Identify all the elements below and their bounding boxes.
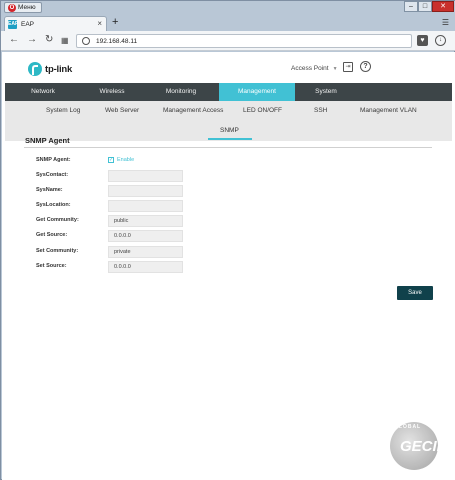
page-viewport: tp-link Access Point ▼ ⇥ ? Network Wirele…	[2, 52, 455, 480]
back-arrow-icon[interactable]: ←	[9, 35, 19, 45]
tp-link-logo-icon	[28, 62, 42, 76]
snmp-agent-label: SNMP Agent:	[36, 157, 71, 163]
syslocation-input[interactable]	[108, 200, 183, 212]
eap-favicon-icon: EAP	[8, 19, 19, 29]
forward-arrow-icon[interactable]: →	[27, 35, 37, 45]
sysname-input[interactable]	[108, 185, 183, 197]
new-tab-plus-icon[interactable]: +	[112, 17, 118, 28]
page-header: tp-link Access Point ▼ ⇥ ?	[2, 52, 455, 84]
globe-icon	[82, 37, 90, 45]
sub-nav: System Log Web Server Management Access …	[5, 101, 452, 141]
tab-close-icon[interactable]: ×	[97, 19, 102, 28]
subnav-management-access[interactable]: Management Access	[163, 107, 223, 114]
title-bar: O Меню – □ ✕	[1, 1, 455, 15]
tab-title: EAP	[21, 20, 35, 28]
help-icon[interactable]: ?	[360, 61, 371, 72]
window-controls: – □ ✕	[404, 1, 454, 12]
get-source-input[interactable]: 0.0.0.0	[108, 230, 183, 242]
sysname-row: SysName:	[36, 185, 196, 197]
save-button[interactable]: Save	[397, 286, 433, 300]
syslocation-label: SysLocation:	[36, 202, 71, 208]
set-source-row: Set Source: 0.0.0.0	[36, 261, 196, 273]
watermark-arc-text: GLOBAL	[394, 424, 422, 430]
enable-checkbox[interactable]: ✓ Enable	[108, 157, 134, 163]
mode-dropdown[interactable]: Access Point ▼	[291, 65, 338, 72]
subnav-web-server[interactable]: Web Server	[105, 107, 139, 114]
enable-label: Enable	[117, 157, 135, 163]
subnav-system-log[interactable]: System Log	[46, 107, 80, 114]
set-community-label: Set Community:	[36, 248, 79, 254]
subnav-ssh[interactable]: SSH	[314, 107, 327, 114]
subnav-snmp[interactable]: SNMP	[220, 127, 239, 134]
browser-window: O Меню – □ ✕ EAP EAP × + ☰ ← → ↻ ▦ 192.1…	[0, 0, 455, 480]
close-window-button[interactable]: ✕	[432, 1, 454, 12]
mode-label: Access Point	[291, 65, 329, 72]
set-community-row: Set Community: private	[36, 246, 196, 258]
get-community-label: Get Community:	[36, 217, 79, 223]
url-text: 192.168.48.11	[96, 37, 138, 45]
chevron-down-icon: ▼	[332, 66, 338, 72]
address-toolbar: ← → ↻ ▦ 192.168.48.11 ♥ ↓	[1, 31, 455, 51]
snmp-agent-row: SNMP Agent: ✓ Enable	[36, 155, 196, 167]
opera-logo-icon: O	[8, 3, 16, 12]
syscontact-input[interactable]	[108, 170, 183, 182]
heart-icon[interactable]: ♥	[417, 35, 428, 46]
section-title: SNMP Agent	[25, 136, 70, 145]
nav-management[interactable]: Management	[219, 83, 295, 101]
download-icon[interactable]: ↓	[435, 35, 446, 46]
get-community-row: Get Community: public	[36, 215, 196, 227]
browser-tab[interactable]: EAP EAP ×	[4, 16, 107, 31]
gecid-watermark-logo: GLOBAL GECID	[390, 422, 448, 470]
get-source-row: Get Source: 0.0.0.0	[36, 230, 196, 242]
maximize-button[interactable]: □	[418, 1, 432, 12]
menu-label: Меню	[18, 4, 36, 11]
active-tab-underline	[208, 138, 252, 140]
nav-wireless[interactable]: Wireless	[81, 83, 143, 101]
get-source-label: Get Source:	[36, 232, 68, 238]
nav-system[interactable]: System	[295, 83, 357, 101]
nav-network[interactable]: Network	[5, 83, 81, 101]
speed-dial-grid-icon[interactable]: ▦	[61, 36, 69, 46]
subnav-led-onoff[interactable]: LED ON/OFF	[243, 107, 282, 114]
set-source-label: Set Source:	[36, 263, 67, 269]
tp-link-logo: tp-link	[28, 62, 72, 76]
checkbox-checked-icon[interactable]: ✓	[108, 157, 114, 163]
watermark-main-text: GECID	[400, 438, 448, 455]
sysname-label: SysName:	[36, 187, 63, 193]
syscontact-row: SysContact:	[36, 170, 196, 182]
tab-strip: EAP EAP × + ☰	[1, 15, 455, 31]
set-community-input[interactable]: private	[108, 246, 183, 258]
reload-icon[interactable]: ↻	[45, 35, 53, 45]
minimize-button[interactable]: –	[404, 1, 418, 12]
opera-menu-button[interactable]: O Меню	[4, 2, 42, 13]
logout-icon[interactable]: ⇥	[343, 62, 353, 72]
nav-monitoring[interactable]: Monitoring	[143, 83, 219, 101]
syscontact-label: SysContact:	[36, 172, 69, 178]
subnav-management-vlan[interactable]: Management VLAN	[360, 107, 417, 114]
syslocation-row: SysLocation:	[36, 200, 196, 212]
main-nav: Network Wireless Monitoring Management S…	[5, 83, 452, 101]
tab-menu-icon[interactable]: ☰	[442, 18, 449, 27]
address-bar[interactable]: 192.168.48.11	[76, 34, 412, 48]
section-divider	[24, 147, 432, 148]
get-community-input[interactable]: public	[108, 215, 183, 227]
logo-text: tp-link	[45, 63, 73, 75]
set-source-input[interactable]: 0.0.0.0	[108, 261, 183, 273]
